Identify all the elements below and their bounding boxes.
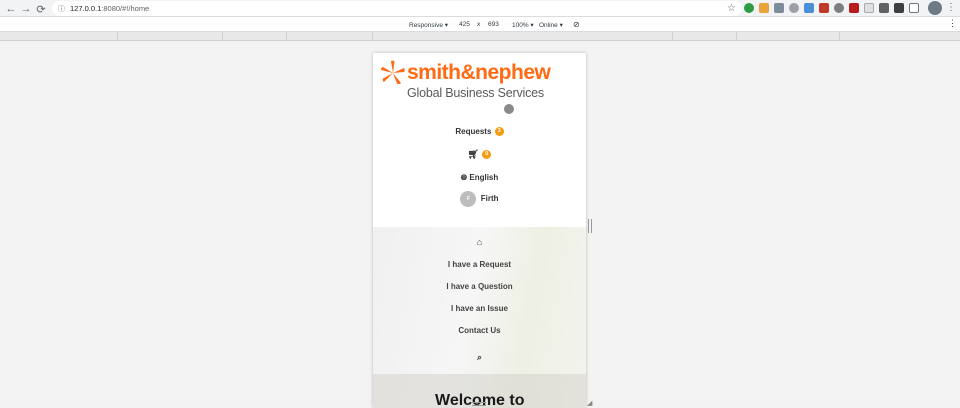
dimension-separator: x [477,21,481,28]
zoom-select[interactable]: 100% ▾ [512,21,534,29]
extension-icon[interactable] [894,3,904,13]
brand-name: smith&nephew [407,61,551,84]
requests-link[interactable]: Requests 3 [373,127,586,137]
menu-item-request[interactable]: I have a Request [373,260,586,269]
extension-icon[interactable] [774,3,784,13]
height-input[interactable]: 693 [488,21,499,28]
device-toolbar-menu-icon[interactable]: ⋮ [948,18,957,29]
reload-icon[interactable]: ⟳ [33,1,49,17]
extension-icon[interactable] [789,3,799,13]
profile-avatar[interactable] [928,1,942,15]
emulated-viewport: smith&nephew Global Business Services Re… [0,41,960,408]
info-icon[interactable]: ⓘ [58,4,65,14]
brand-subtitle: Global Business Services [407,86,544,100]
touch-cursor [504,104,514,114]
search-icon[interactable]: ⌕ [373,352,586,363]
extension-icon[interactable] [744,3,754,13]
device-toolbar: Responsive ▾ 425 x 693 100% ▾ Online ▾ ⊘… [0,17,960,32]
language-label: English [469,173,499,182]
site-logo[interactable]: smith&nephew Global Business Services [380,60,551,102]
menu-item-contact[interactable]: Contact Us [373,326,586,335]
resize-corner-icon[interactable]: ◢ [587,399,592,407]
hero-section [373,227,586,408]
extensions-bar [744,3,919,13]
extension-icon[interactable] [909,3,919,13]
extension-icon[interactable] [864,3,874,13]
rotate-icon[interactable]: ⊘ [573,20,580,29]
extension-icon[interactable] [804,3,814,13]
language-selector[interactable]: 🌐︎ English [373,173,586,183]
user-avatar: F [460,191,477,207]
cart-count-badge: 0 [482,150,492,160]
extension-icon[interactable] [879,3,889,13]
forward-icon[interactable]: → [18,1,34,17]
home-icon[interactable]: ⌂ [373,237,586,247]
mobile-page: smith&nephew Global Business Services Re… [373,53,586,408]
device-select[interactable]: Responsive ▾ [409,21,448,29]
extension-icon[interactable] [849,3,859,13]
requests-count-badge: 3 [494,127,504,137]
media-query-bar[interactable] [0,32,960,41]
extension-icon[interactable] [759,3,769,13]
cart-icon: 🛒︎ [467,149,480,159]
extension-icon[interactable] [834,3,844,13]
starburst-logo-icon [381,60,405,85]
resize-handle-bottom[interactable] [472,402,486,406]
bookmark-star-icon[interactable]: ☆ [727,3,736,14]
cart-link[interactable]: 🛒︎ 0 [373,149,586,160]
network-select[interactable]: Online ▾ [539,21,563,29]
extension-icon[interactable] [819,3,829,13]
back-icon[interactable]: ← [3,1,19,17]
menu-item-question[interactable]: I have a Question [373,282,586,291]
globe-icon: 🌐︎ [460,173,468,182]
address-bar[interactable]: ⓘ 127.0.0.1:8080/#!/home [52,1,742,16]
user-name: Firth [480,194,499,204]
url-path: :8080/#!/home [101,4,150,13]
user-menu[interactable]: F Firth [373,191,586,207]
chrome-menu-icon[interactable]: ⋮ [946,2,956,13]
resize-handle-right[interactable] [588,219,592,233]
width-input[interactable]: 425 [459,21,470,28]
requests-label: Requests [455,127,492,136]
browser-toolbar: ← → ⟳ ⓘ 127.0.0.1:8080/#!/home ☆ ⋮ [0,0,960,17]
menu-item-issue[interactable]: I have an Issue [373,304,586,313]
url-host: 127.0.0.1 [70,4,102,13]
